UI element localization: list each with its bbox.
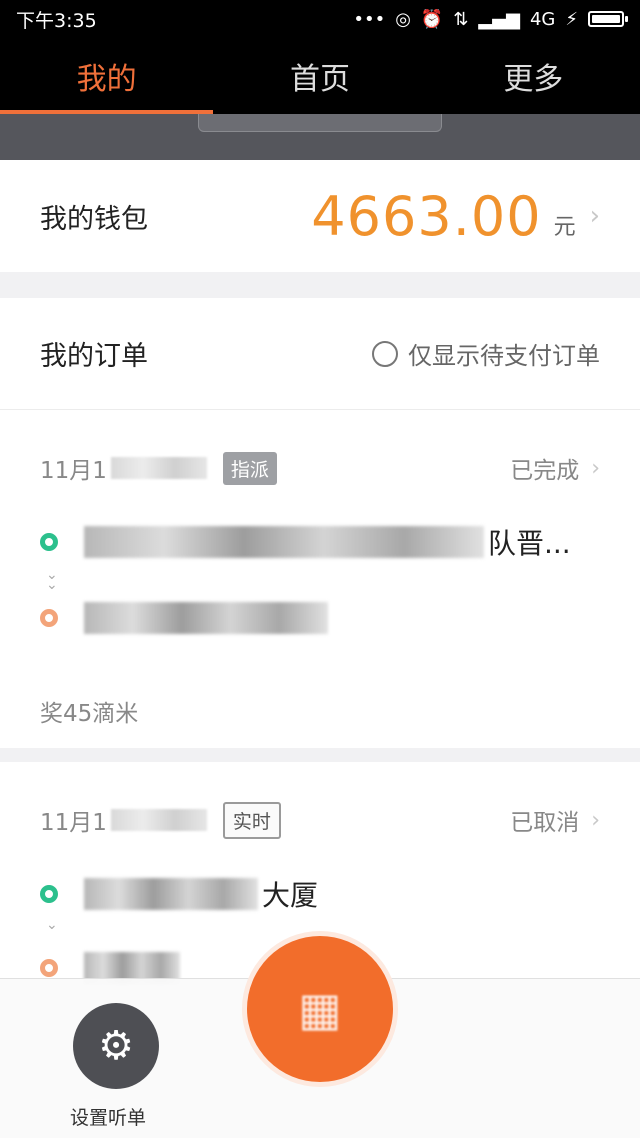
- order-status-label: 已完成: [510, 458, 580, 484]
- redacted-address: [84, 878, 258, 910]
- wallet-amount: 4663.00: [311, 184, 542, 248]
- wallet-unit: 元: [553, 215, 576, 240]
- order-date: 11月1: [40, 458, 107, 484]
- orders-title: 我的订单: [40, 341, 148, 372]
- order-status[interactable]: 已取消 ›: [510, 803, 600, 837]
- vibrate-icon: ⇅: [453, 8, 469, 30]
- start-point-icon: [40, 885, 58, 903]
- more-dots-icon: •••: [353, 8, 386, 30]
- wallet-row[interactable]: 我的钱包 4663.00 元 ›: [0, 160, 640, 272]
- start-address-row: 大厦: [40, 874, 600, 914]
- end-point-icon: [40, 609, 58, 627]
- start-point-icon: [40, 533, 58, 551]
- order-type-tag: 指派: [222, 451, 277, 485]
- chevron-right-icon: ›: [589, 201, 600, 231]
- end-address: [84, 602, 332, 634]
- redacted-address: [84, 602, 328, 634]
- status-icons: ••• ◎ ⏰ ⇅ ▂▄▆ 4G ⚡: [353, 8, 628, 30]
- screen: 下午3:35 ••• ◎ ⏰ ⇅ ▂▄▆ 4G ⚡ 我的 首页 更多 我的钱包 …: [0, 0, 640, 1138]
- bottom-action-bar: ⚙ 设置听单 ▦: [0, 931, 640, 1138]
- order-header: 11月1 指派 已完成 ›: [40, 450, 600, 486]
- route-connector-icon: ⌄ ⌄: [46, 567, 58, 593]
- start-address: 大厦: [84, 874, 318, 914]
- start-address: 队晋...: [84, 522, 571, 562]
- alarm-icon: ⏰: [420, 8, 444, 30]
- orders-header: 我的订单 仅显示待支付订单: [0, 298, 640, 410]
- tab-more[interactable]: 更多: [427, 38, 640, 114]
- listen-settings-button[interactable]: ⚙: [73, 1003, 159, 1089]
- order-status[interactable]: 已完成 ›: [510, 451, 600, 485]
- battery-icon: [588, 11, 628, 27]
- order-type-tag: 实时: [222, 801, 281, 839]
- order-header: 11月1 实时 已取消 ›: [40, 801, 600, 839]
- route-connector-icon: ⌄: [46, 917, 58, 933]
- main-button-graphic: ▦: [298, 982, 342, 1036]
- order-reward: 奖45滴米: [40, 701, 139, 727]
- chevron-right-icon: ›: [591, 807, 600, 833]
- status-bar: 下午3:35 ••• ◎ ⏰ ⇅ ▂▄▆ 4G ⚡: [0, 0, 640, 38]
- tab-home[interactable]: 首页: [213, 38, 426, 114]
- wallet-label: 我的钱包: [40, 203, 148, 235]
- start-address-row: 队晋...: [40, 522, 600, 562]
- chevron-right-icon: ›: [591, 455, 600, 481]
- tab-mine[interactable]: 我的: [0, 38, 214, 114]
- unpaid-filter-toggle[interactable]: 仅显示待支付订单: [372, 336, 600, 371]
- status-time: 下午3:35: [16, 9, 97, 32]
- redacted-address: [84, 526, 484, 558]
- tab-bar: 我的 首页 更多: [0, 38, 640, 114]
- end-point-icon: [40, 959, 58, 977]
- filter-label: 仅显示待支付订单: [408, 342, 600, 370]
- order-status-label: 已取消: [510, 810, 580, 836]
- order-card[interactable]: 11月1 指派 已完成 › 队晋... ⌄ ⌄ 奖45滴米: [0, 410, 640, 760]
- signal-icon: ▂▄▆: [478, 8, 520, 30]
- start-address-tail: 队晋...: [488, 527, 571, 560]
- gear-icon: ⚙: [98, 1023, 134, 1069]
- network-type: 4G: [529, 8, 556, 30]
- settings-label: 设置听单: [70, 1107, 147, 1129]
- start-listening-button[interactable]: ▦: [242, 931, 398, 1087]
- radio-icon[interactable]: [372, 340, 398, 367]
- location-icon: ◎: [395, 8, 411, 30]
- profile-header: [0, 114, 640, 160]
- start-address-tail: 大厦: [262, 879, 319, 912]
- order-date: 11月1: [40, 810, 107, 836]
- end-address-row: [40, 602, 600, 634]
- edit-profile-button[interactable]: [198, 114, 442, 132]
- redacted-date: [110, 457, 207, 479]
- redacted-date: [110, 809, 207, 831]
- charging-icon: ⚡: [565, 8, 578, 30]
